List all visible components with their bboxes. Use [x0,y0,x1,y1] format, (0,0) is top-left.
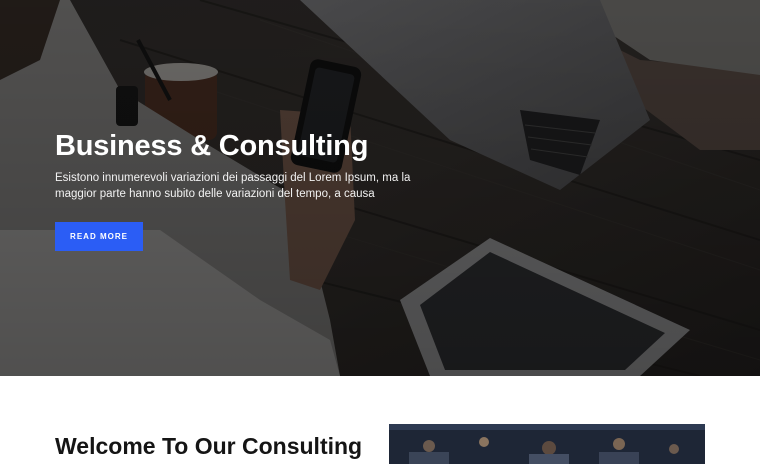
welcome-section: Welcome To Our Consulting [0,376,760,464]
hero-title: Business & Consulting [55,130,369,162]
welcome-image [389,424,705,464]
hero-content: Business & Consulting Esistono innumerev… [55,127,455,251]
team-photo-image [389,424,705,464]
welcome-title: Welcome To Our Consulting [55,433,363,459]
hero-section: Business & Consulting Esistono innumerev… [0,0,760,376]
hero-description: Esistono innumerevoli variazioni dei pas… [55,172,411,200]
read-more-button[interactable]: READ MORE [55,222,143,251]
